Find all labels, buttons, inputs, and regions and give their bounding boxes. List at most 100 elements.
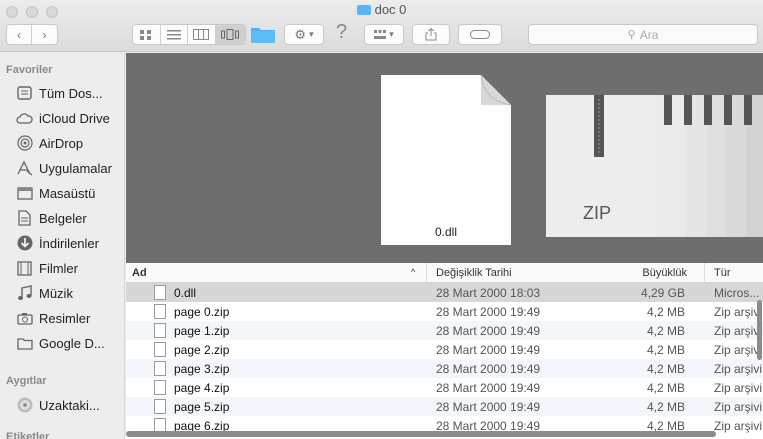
back-button[interactable]: ‹ xyxy=(7,25,33,44)
row-date: 28 Mart 2000 19:49 xyxy=(436,362,541,376)
sidebar-item-movies[interactable]: Filmler xyxy=(0,256,125,280)
row-date: 28 Mart 2000 19:49 xyxy=(436,400,541,414)
sidebar-item-label: Masaüstü xyxy=(39,185,96,201)
tags-button[interactable] xyxy=(458,24,502,45)
row-size: 4,2 MB xyxy=(646,305,685,319)
sidebar-item-label: iCloud Drive xyxy=(39,110,110,126)
row-name: page 5.zip xyxy=(174,400,230,414)
row-kind: Zip arşivi xyxy=(714,343,763,357)
sidebar-item-documents[interactable]: Belgeler xyxy=(0,206,125,230)
action-menu-button[interactable]: ⚙ ▾ xyxy=(284,24,324,45)
sidebar-item-label: İndirilenler xyxy=(39,235,99,251)
sidebar-item-desktop[interactable]: Masaüstü xyxy=(0,181,125,205)
columns-icon xyxy=(193,29,210,40)
chevron-left-icon: ‹ xyxy=(17,27,21,42)
sidebar-item-label: Uzaktaki... xyxy=(39,397,100,413)
row-kind: Zip arşivi xyxy=(714,324,763,338)
sidebar-item-google-drive[interactable]: Google D... xyxy=(0,331,125,355)
row-name: page 0.zip xyxy=(174,305,230,319)
table-row[interactable]: 0.dll 28 Mart 2000 18:03 4,29 GB Micros.… xyxy=(126,283,763,302)
sidebar-section-tags: Etiketler xyxy=(6,431,50,439)
search-field[interactable]: ⚲ Ara xyxy=(528,24,758,45)
arrange-icon xyxy=(374,29,387,39)
sidebar-item-all-files[interactable]: Tüm Dos... xyxy=(0,81,125,105)
zip-file-icon xyxy=(154,342,166,357)
zip-file-icon xyxy=(154,399,166,414)
forward-button[interactable]: › xyxy=(32,25,57,44)
zip-file-icon xyxy=(154,380,166,395)
horizontal-scrollbar[interactable] xyxy=(126,431,716,437)
pictures-icon xyxy=(16,310,33,326)
column-view-button[interactable] xyxy=(188,25,216,44)
row-kind: Zip arşivi xyxy=(714,400,763,414)
row-name: page 2.zip xyxy=(174,343,230,357)
chevron-down-icon: ▾ xyxy=(309,29,314,39)
new-folder-button[interactable] xyxy=(250,25,276,44)
sidebar-item-downloads[interactable]: İndirilenler xyxy=(0,231,125,255)
sidebar-item-icloud-drive[interactable]: iCloud Drive xyxy=(0,106,125,130)
row-name: 0.dll xyxy=(174,286,197,300)
cover-flow-view-button[interactable] xyxy=(215,25,245,44)
table-row[interactable]: page 5.zip 28 Mart 2000 19:49 4,2 MB Zip… xyxy=(126,397,763,416)
back-forward-control: ‹ › xyxy=(6,24,58,45)
sidebar-section-devices: Aygıtlar xyxy=(6,375,47,387)
row-kind: Zip arşivi xyxy=(714,305,763,319)
help-button[interactable]: ? xyxy=(336,21,352,45)
arrange-menu-button[interactable]: ▾ xyxy=(364,24,404,45)
row-size: 4,2 MB xyxy=(646,400,685,414)
document-icon xyxy=(381,75,511,245)
table-row[interactable]: page 1.zip 28 Mart 2000 19:49 4,2 MB Zip… xyxy=(126,321,763,340)
file-icon xyxy=(154,285,166,300)
remote-disc-icon xyxy=(16,397,33,413)
chevron-down-icon: ▾ xyxy=(389,29,394,39)
sidebar-item-pictures[interactable]: Resimler xyxy=(0,306,125,330)
row-name: page 3.zip xyxy=(174,362,230,376)
list-view-button[interactable] xyxy=(161,25,189,44)
tag-icon xyxy=(470,30,490,39)
share-icon xyxy=(425,28,437,41)
documents-icon xyxy=(16,210,33,226)
grid-icon xyxy=(140,29,152,40)
cover-flow-preview[interactable]: 0.dll ZIP xyxy=(126,53,763,263)
share-button[interactable] xyxy=(412,24,450,45)
column-divider xyxy=(704,263,705,283)
desktop-icon xyxy=(16,185,33,201)
table-row[interactable]: page 4.zip 28 Mart 2000 19:49 4,2 MB Zip… xyxy=(126,378,763,397)
list-icon xyxy=(166,29,181,39)
music-icon xyxy=(16,285,33,301)
sidebar-item-remote-disc[interactable]: Uzaktaki... xyxy=(0,393,125,417)
table-row[interactable]: page 3.zip 28 Mart 2000 19:49 4,2 MB Zip… xyxy=(126,359,763,378)
chevron-right-icon: › xyxy=(42,27,47,42)
icon-view-button[interactable] xyxy=(133,25,161,44)
column-header-kind[interactable]: Tür xyxy=(714,267,731,279)
sidebar-item-label: Uygulamalar xyxy=(39,160,112,176)
column-header-name[interactable]: Ad xyxy=(132,267,147,279)
sidebar-item-applications[interactable]: Uygulamalar xyxy=(0,156,125,180)
preview-zip-label: ZIP xyxy=(583,203,612,223)
folder-icon xyxy=(356,5,371,15)
file-list: Ad ^ Değişiklik Tarihi Büyüklük Tür 0.dl… xyxy=(126,263,763,439)
row-date: 28 Mart 2000 19:49 xyxy=(436,343,541,357)
row-size: 4,2 MB xyxy=(646,381,685,395)
vertical-scrollbar[interactable] xyxy=(757,300,762,360)
table-row[interactable]: page 0.zip 28 Mart 2000 19:49 4,2 MB Zip… xyxy=(126,302,763,321)
row-kind: Zip arşivi xyxy=(714,381,763,395)
all-files-icon xyxy=(16,85,33,101)
column-header-size[interactable]: Büyüklük xyxy=(642,267,687,279)
row-size: 4,2 MB xyxy=(646,324,685,338)
zip-file-icon xyxy=(154,361,166,376)
airdrop-icon xyxy=(16,135,33,151)
sidebar-item-label: Filmler xyxy=(39,260,78,276)
sidebar-item-airdrop[interactable]: AirDrop xyxy=(0,131,125,155)
sidebar-section-favorites: Favoriler xyxy=(6,64,53,76)
movies-icon xyxy=(16,260,33,276)
column-header-date[interactable]: Değişiklik Tarihi xyxy=(436,267,512,279)
window-toolbar: doc 0 ‹ › ⚙ ▾ ? ▾ ⚲ Ara xyxy=(0,0,763,52)
sidebar-item-music[interactable]: Müzik xyxy=(0,281,125,305)
zip-archive-icon xyxy=(546,95,763,237)
table-row[interactable]: page 2.zip 28 Mart 2000 19:49 4,2 MB Zip… xyxy=(126,340,763,359)
search-icon: ⚲ xyxy=(627,29,636,41)
row-date: 28 Mart 2000 19:49 xyxy=(436,324,541,338)
question-mark-icon: ? xyxy=(336,21,348,43)
row-size: 4,29 GB xyxy=(640,286,685,300)
